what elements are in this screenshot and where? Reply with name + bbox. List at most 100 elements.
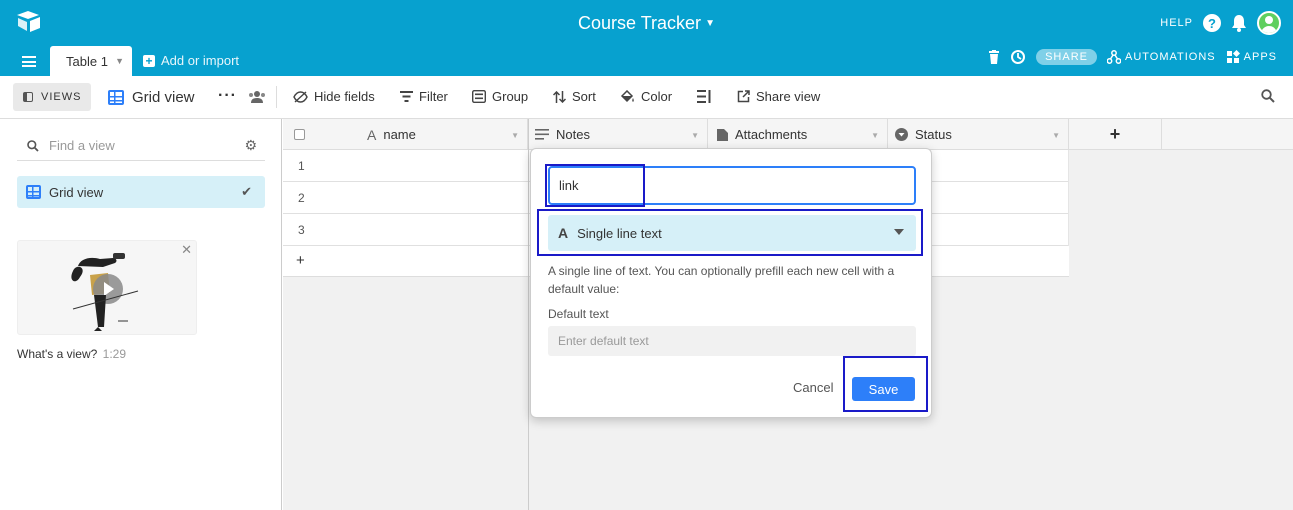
- grid-header: A name ▼ Notes ▼ Attachments ▼ Status ▼ …: [283, 119, 1293, 150]
- row-number: 2: [298, 191, 305, 205]
- views-sidebar: Find a view ⚙ Grid view ✔ ✕ What's a vie…: [0, 119, 282, 510]
- sidebar-item-label: Grid view: [49, 184, 104, 200]
- field-name-input[interactable]: [548, 166, 916, 205]
- column-header-label: Attachments: [735, 127, 808, 142]
- group-icon: [472, 90, 486, 103]
- cancel-button[interactable]: Cancel: [793, 380, 833, 395]
- find-view-field[interactable]: Find a view ⚙: [17, 131, 265, 161]
- add-field-button[interactable]: +: [1069, 119, 1162, 150]
- color-button[interactable]: Color: [620, 89, 672, 104]
- history-icon[interactable]: [1010, 49, 1026, 65]
- row-number: 3: [298, 223, 305, 237]
- field-type-select[interactable]: A Single line text: [548, 215, 916, 251]
- plus-square-icon: +: [143, 54, 155, 67]
- table-tab-row: Table 1 ▼ + Add or import SHARE AUTOMATI…: [0, 46, 1293, 76]
- automations-button[interactable]: AUTOMATIONS: [1106, 50, 1216, 64]
- search-icon: [27, 139, 39, 152]
- chevron-down-icon[interactable]: ▼: [691, 131, 699, 140]
- color-label: Color: [641, 89, 673, 104]
- trash-icon[interactable]: [988, 50, 1000, 64]
- column-header-attachments[interactable]: Attachments ▼: [708, 119, 888, 150]
- caret-down-icon[interactable]: ▼: [115, 56, 124, 66]
- sidebar-item-grid-view[interactable]: Grid view ✔: [17, 176, 265, 208]
- row-number: 1: [298, 159, 305, 173]
- chevron-down-icon[interactable]: ▼: [1052, 131, 1060, 140]
- current-view-name[interactable]: Grid view: [108, 89, 195, 106]
- row-height-icon[interactable]: [697, 90, 711, 103]
- collaborative-view-icon[interactable]: [248, 90, 266, 104]
- help-link[interactable]: HELP: [1160, 17, 1193, 29]
- chevron-down-icon[interactable]: ▼: [871, 131, 879, 140]
- cell-divider: [1068, 214, 1069, 246]
- video-caption-label: What's a view?: [17, 347, 98, 361]
- view-toolbar: VIEWS Grid view ··· Hide fields Filter G…: [0, 76, 1293, 119]
- automations-icon: [1106, 50, 1121, 64]
- share-button[interactable]: SHARE: [1036, 49, 1097, 65]
- share-view-button[interactable]: Share view: [737, 89, 820, 104]
- field-type-label: Single line text: [577, 225, 662, 241]
- apps-icon: [1226, 50, 1240, 63]
- column-header-status[interactable]: Status ▼: [888, 119, 1069, 150]
- filter-button[interactable]: Filter: [400, 89, 448, 104]
- views-label: VIEWS: [41, 91, 82, 103]
- current-view-label: Grid view: [132, 89, 195, 106]
- video-caption[interactable]: What's a view? 1:29: [17, 347, 126, 361]
- grid-view-icon: [26, 185, 41, 199]
- column-header-label: name: [383, 127, 416, 142]
- add-or-import-button[interactable]: + Add or import: [143, 53, 239, 68]
- user-avatar[interactable]: [1257, 11, 1281, 35]
- text-field-icon: A: [367, 126, 377, 143]
- save-button[interactable]: Save: [852, 377, 915, 401]
- file-icon: [717, 129, 728, 141]
- tab-table-1[interactable]: Table 1 ▼: [50, 46, 132, 76]
- caret-down-icon: [894, 229, 904, 235]
- base-title-text: Course Tracker: [578, 13, 702, 33]
- more-options-icon[interactable]: ···: [218, 87, 237, 105]
- column-header-notes[interactable]: Notes ▼: [528, 119, 708, 150]
- share-external-icon: [737, 90, 750, 103]
- sort-label: Sort: [572, 89, 596, 104]
- hide-fields-label: Hide fields: [314, 89, 375, 104]
- cell-divider: [1068, 150, 1069, 182]
- add-import-label: Add or import: [161, 53, 240, 68]
- notifications-bell-icon[interactable]: [1231, 14, 1247, 32]
- menu-hamburger-icon[interactable]: [22, 56, 36, 67]
- default-value-input[interactable]: [548, 326, 916, 356]
- checkmark-icon: ✔: [241, 184, 252, 199]
- long-text-icon: [535, 129, 549, 140]
- field-type-description: A single line of text. You can optionall…: [548, 264, 895, 296]
- base-actions: SHARE AUTOMATIONS APPS: [988, 49, 1277, 65]
- filter-icon: [400, 91, 413, 102]
- single-select-icon: [895, 128, 908, 141]
- hide-fields-button[interactable]: Hide fields: [293, 89, 375, 104]
- default-value-label: Default text: [548, 307, 609, 321]
- video-thumbnail[interactable]: ✕: [17, 240, 197, 335]
- chevron-down-icon[interactable]: ▼: [511, 131, 519, 140]
- sort-button[interactable]: Sort: [553, 89, 596, 104]
- person-with-binoculars-illustration: [71, 253, 139, 331]
- paint-bucket-icon: [620, 89, 634, 102]
- column-header-label: Status: [915, 127, 952, 142]
- top-bar: Course Tracker ▼ HELP ? Table 1 ▼ + Add o…: [0, 0, 1293, 76]
- toolbar-divider: [276, 86, 277, 108]
- group-button[interactable]: Group: [472, 89, 528, 104]
- help-icon[interactable]: ?: [1203, 14, 1221, 32]
- sidebar-toggle-icon: [23, 92, 33, 102]
- search-icon[interactable]: [1261, 89, 1275, 103]
- frozen-column-divider: [528, 119, 529, 510]
- automations-label: AUTOMATIONS: [1124, 51, 1216, 63]
- hide-fields-icon: [293, 90, 308, 103]
- find-view-placeholder: Find a view: [49, 138, 115, 153]
- video-duration: 1:29: [102, 347, 127, 361]
- select-all-checkbox[interactable]: [294, 129, 305, 140]
- apps-button[interactable]: APPS: [1226, 50, 1277, 64]
- text-field-icon: A: [558, 225, 569, 241]
- plus-icon: +: [1109, 124, 1121, 144]
- column-header-label: Notes: [556, 127, 590, 142]
- views-toggle-button[interactable]: VIEWS: [13, 83, 91, 111]
- grid-view-icon: [108, 90, 124, 105]
- primary-field-header[interactable]: A name ▼: [283, 119, 528, 150]
- gear-icon[interactable]: ⚙: [244, 137, 257, 154]
- base-title[interactable]: Course Tracker ▼: [0, 13, 1293, 34]
- table-tab-label: Table 1: [66, 53, 108, 69]
